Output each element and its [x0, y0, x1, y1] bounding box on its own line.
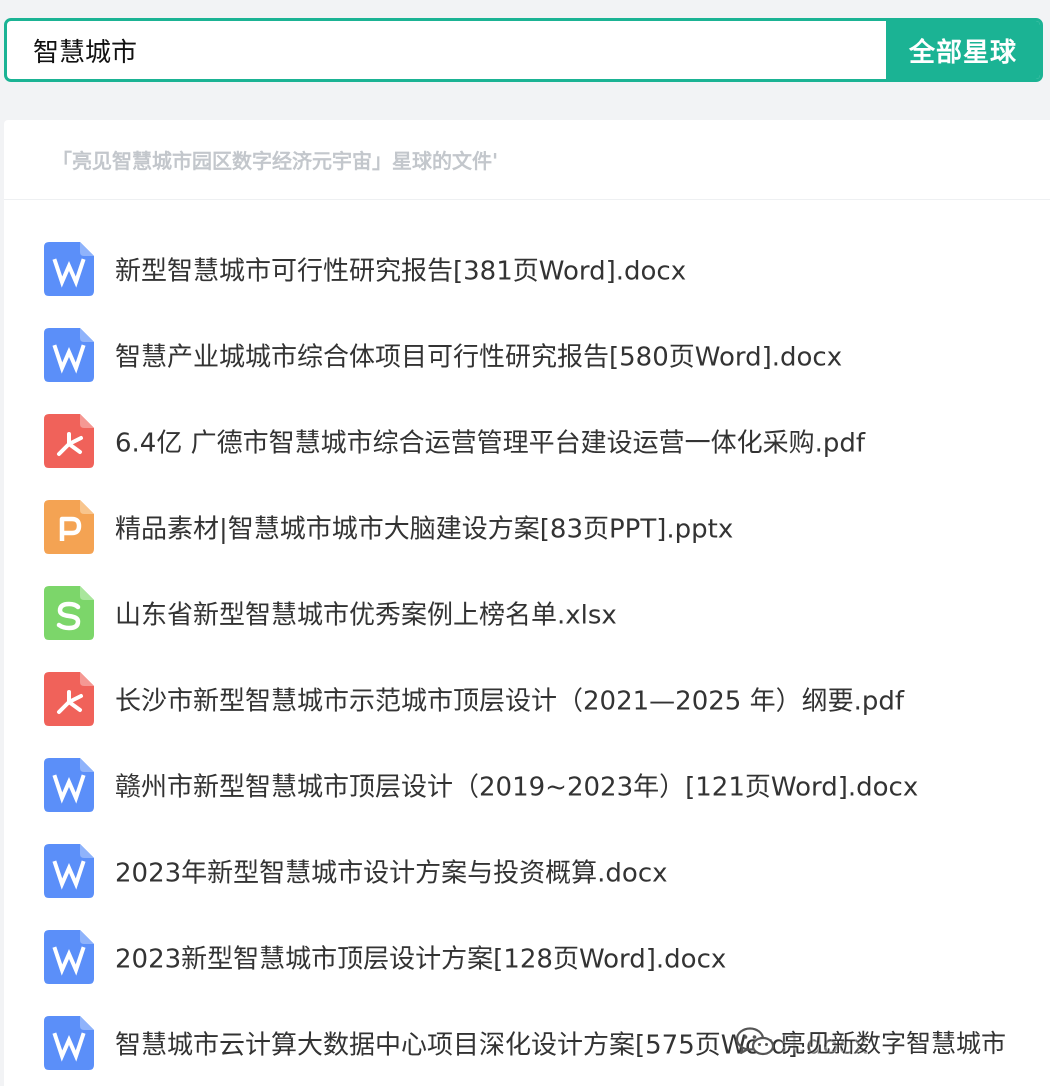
- all-planets-button[interactable]: 全部星球: [886, 21, 1040, 79]
- file-item[interactable]: 6.4亿 广德市智慧城市综合运营管理平台建设运营一体化采购.pdf: [4, 398, 1050, 484]
- file-item[interactable]: 赣州市新型智慧城市顶层设计（2019~2023年）[121页Word].docx: [4, 742, 1050, 828]
- pdf-icon: [44, 414, 94, 468]
- wechat-icon: [735, 1027, 775, 1056]
- watermark: 亮见新数字智慧城市: [735, 1022, 1006, 1062]
- file-item[interactable]: 智慧产业城城市综合体项目可行性研究报告[580页Word].docx: [4, 312, 1050, 398]
- file-name: 6.4亿 广德市智慧城市综合运营管理平台建设运营一体化采购.pdf: [115, 428, 866, 459]
- file-name: 精品素材|智慧城市城市大脑建设方案[83页PPT].pptx: [115, 514, 734, 545]
- file-item[interactable]: 2023年新型智慧城市设计方案与投资概算.docx: [4, 828, 1050, 914]
- file-name: 2023新型智慧城市顶层设计方案[128页Word].docx: [115, 944, 727, 975]
- search-bar: 全部星球: [4, 18, 1043, 82]
- pdf-icon: [44, 672, 94, 726]
- word-icon: [44, 844, 94, 898]
- panel-header: 「亮见智慧城市园区数字经济元宇宙」星球的文件': [4, 120, 1050, 200]
- word-icon: [44, 242, 94, 296]
- file-name: 智慧产业城城市综合体项目可行性研究报告[580页Word].docx: [115, 342, 843, 373]
- ppt-icon: [44, 500, 94, 554]
- file-item[interactable]: 长沙市新型智慧城市示范城市顶层设计（2021—2025 年）纲要.pdf: [4, 656, 1050, 742]
- file-name: 山东省新型智慧城市优秀案例上榜名单.xlsx: [115, 600, 617, 631]
- word-icon: [44, 1016, 94, 1070]
- panel-title: 「亮见智慧城市园区数字经济元宇宙」星球的文件': [52, 149, 499, 173]
- search-input[interactable]: [7, 21, 886, 79]
- file-item[interactable]: 精品素材|智慧城市城市大脑建设方案[83页PPT].pptx: [4, 484, 1050, 570]
- file-item[interactable]: 新型智慧城市可行性研究报告[381页Word].docx: [4, 226, 1050, 312]
- word-icon: [44, 930, 94, 984]
- word-icon: [44, 328, 94, 382]
- file-results-panel: 「亮见智慧城市园区数字经济元宇宙」星球的文件' 新型智慧城市可行性研究报告[38…: [4, 120, 1050, 1086]
- file-item[interactable]: 2023新型智慧城市顶层设计方案[128页Word].docx: [4, 914, 1050, 1000]
- watermark-text: 亮见新数字智慧城市: [781, 1029, 1007, 1058]
- file-name: 赣州市新型智慧城市顶层设计（2019~2023年）[121页Word].docx: [115, 772, 919, 803]
- excel-icon: [44, 586, 94, 640]
- file-name: 2023年新型智慧城市设计方案与投资概算.docx: [115, 858, 668, 889]
- file-name: 长沙市新型智慧城市示范城市顶层设计（2021—2025 年）纲要.pdf: [115, 686, 905, 717]
- word-icon: [44, 758, 94, 812]
- file-name: 新型智慧城市可行性研究报告[381页Word].docx: [115, 256, 687, 287]
- file-item[interactable]: 山东省新型智慧城市优秀案例上榜名单.xlsx: [4, 570, 1050, 656]
